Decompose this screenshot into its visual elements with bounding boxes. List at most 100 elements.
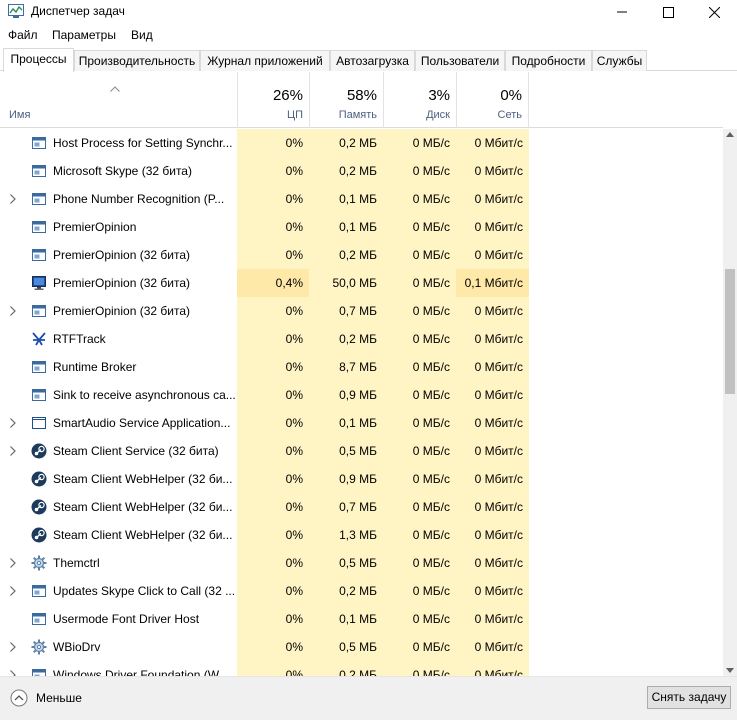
process-name: Phone Number Recognition (P... [53,192,225,206]
process-row[interactable]: Steam Client Service (32 бита) 0% 0,5 МБ 0 … [0,437,723,465]
process-name: RTFTrack [53,332,106,346]
tab-details[interactable]: Подробности [505,50,592,71]
menu-options[interactable]: Параметры [52,28,116,42]
tab-services[interactable]: Службы [592,50,647,71]
cpu-label: ЦП [286,109,303,121]
process-cpu: 0% [237,577,309,605]
process-row[interactable]: PremierOpinion (32 бита) 0% 0,7 МБ 0 МБ/с 0 … [0,297,723,325]
footer: Меньше Снять задачу [0,676,737,720]
process-cpu: 0% [237,185,309,213]
process-name: Steam Client Service (32 бита) [53,444,219,458]
process-row[interactable]: WBioDrv 0% 0,5 МБ 0 МБ/с 0 Мбит/с [0,633,723,661]
process-row[interactable]: Steam Client WebHelper (32 би... 0% 1,3 МБ… [0,521,723,549]
expand-chevron-icon[interactable] [10,306,16,316]
process-name: Steam Client WebHelper (32 би... [53,500,233,514]
process-network: 0 Мбит/с [456,605,529,633]
minimize-button[interactable] [599,0,645,24]
process-network: 0,1 Мбит/с [456,269,529,297]
close-button[interactable] [691,0,737,24]
rtftrack-icon [31,331,47,347]
process-memory: 0,1 МБ [309,409,383,437]
process-name: Microsoft Skype (32 бита) [53,164,192,178]
process-row[interactable]: Sink to receive asynchronous ca... 0% 0,9 … [0,381,723,409]
expand-chevron-icon[interactable] [10,446,16,456]
column-name-label[interactable]: Имя [9,109,30,121]
process-row[interactable]: Host Process for Setting Synchr... 0% 0,2 … [0,129,723,157]
process-cpu: 0% [237,241,309,269]
process-disk: 0 МБ/с [383,661,456,676]
expand-chevron-icon[interactable] [10,558,16,568]
collapse-details-icon[interactable] [10,689,28,707]
window-icon [31,387,47,403]
column-network[interactable]: 0% Сеть [456,72,529,128]
column-cpu[interactable]: 26% ЦП [237,72,309,128]
process-row[interactable]: RTFTrack 0% 0,2 МБ 0 МБ/с 0 Мбит/с [0,325,723,353]
tab-processes[interactable]: Процессы [3,48,74,72]
process-row[interactable]: PremierOpinion 0% 0,1 МБ 0 МБ/с 0 Мбит/с [0,213,723,241]
tab-performance[interactable]: Производительность [74,50,200,71]
column-memory[interactable]: 58% Память [309,72,383,128]
process-row[interactable]: Usermode Font Driver Host 0% 0,1 МБ 0 МБ/с 0… [0,605,723,633]
expand-chevron-icon[interactable] [10,586,16,596]
process-row[interactable]: PremierOpinion (32 бита) 0% 0,2 МБ 0 МБ/с 0 … [0,241,723,269]
sort-ascending-icon[interactable] [110,86,120,92]
tab-app-history[interactable]: Журнал приложений [200,50,330,71]
menu-view[interactable]: Вид [131,28,153,42]
process-network: 0 Мбит/с [456,213,529,241]
process-row[interactable]: Themctrl 0% 0,5 МБ 0 МБ/с 0 Мбит/с [0,549,723,577]
scroll-thumb[interactable] [725,269,735,394]
column-disk[interactable]: 3% Диск [383,72,456,128]
process-row[interactable]: PremierOpinion (32 бита) 0,4% 50,0 МБ 0 МБ/… [0,269,723,297]
process-network: 0 Мбит/с [456,129,529,157]
process-cpu: 0% [237,437,309,465]
scroll-up-icon[interactable] [726,132,734,137]
tab-bar: Процессы Производительность Журнал прило… [0,48,737,72]
expand-chevron-icon[interactable] [10,642,16,652]
process-memory: 0,2 МБ [309,241,383,269]
gear-icon [31,639,47,655]
maximize-button[interactable] [645,0,691,24]
process-name: SmartAudio Service Application... [53,416,231,430]
process-memory: 8,7 МБ [309,353,383,381]
process-network: 0 Мбит/с [456,633,529,661]
process-row[interactable]: Steam Client WebHelper (32 би... 0% 0,7 МБ… [0,493,723,521]
process-row[interactable]: Microsoft Skype (32 бита) 0% 0,2 МБ 0 МБ/с 0… [0,157,723,185]
process-cpu: 0% [237,325,309,353]
process-network: 0 Мбит/с [456,493,529,521]
process-memory: 0,7 МБ [309,297,383,325]
window-icon [31,667,47,676]
process-network: 0 Мбит/с [456,297,529,325]
scroll-down-icon[interactable] [726,668,734,673]
process-row[interactable]: Updates Skype Click to Call (32 ... 0% 0,2… [0,577,723,605]
process-disk: 0 МБ/с [383,549,456,577]
process-disk: 0 МБ/с [383,381,456,409]
menu-file[interactable]: Файл [8,28,38,42]
process-row[interactable]: Steam Client WebHelper (32 би... 0% 0,9 МБ… [0,465,723,493]
menu-bar: Файл Параметры Вид [0,25,737,45]
window-icon [31,163,47,179]
process-memory: 50,0 МБ [309,269,383,297]
process-row[interactable]: Windows Driver Foundation (W... 0% 0,2 МБ 0… [0,661,723,676]
tab-startup[interactable]: Автозагрузка [330,50,415,71]
memory-label: Память [338,109,377,121]
process-network: 0 Мбит/с [456,157,529,185]
fewer-details-link[interactable]: Меньше [36,691,82,705]
expand-chevron-icon[interactable] [10,418,16,428]
window-icon [31,303,47,319]
process-row[interactable]: Runtime Broker 0% 8,7 МБ 0 МБ/с 0 Мбит/с [0,353,723,381]
process-memory: 0,9 МБ [309,381,383,409]
process-network: 0 Мбит/с [456,577,529,605]
process-row[interactable]: SmartAudio Service Application... 0% 0,1 М… [0,409,723,437]
window-icon [31,359,47,375]
expand-chevron-icon[interactable] [10,194,16,204]
vertical-scrollbar[interactable] [723,129,737,676]
gear-icon [31,555,47,571]
process-disk: 0 МБ/с [383,185,456,213]
end-task-button[interactable]: Снять задачу [647,686,731,709]
process-cpu: 0% [237,465,309,493]
process-disk: 0 МБ/с [383,241,456,269]
tab-users[interactable]: Пользователи [415,50,505,71]
process-row[interactable]: Phone Number Recognition (P... 0% 0,1 МБ 0 … [0,185,723,213]
process-name: Updates Skype Click to Call (32 ... [53,584,235,598]
process-network: 0 Мбит/с [456,661,529,676]
